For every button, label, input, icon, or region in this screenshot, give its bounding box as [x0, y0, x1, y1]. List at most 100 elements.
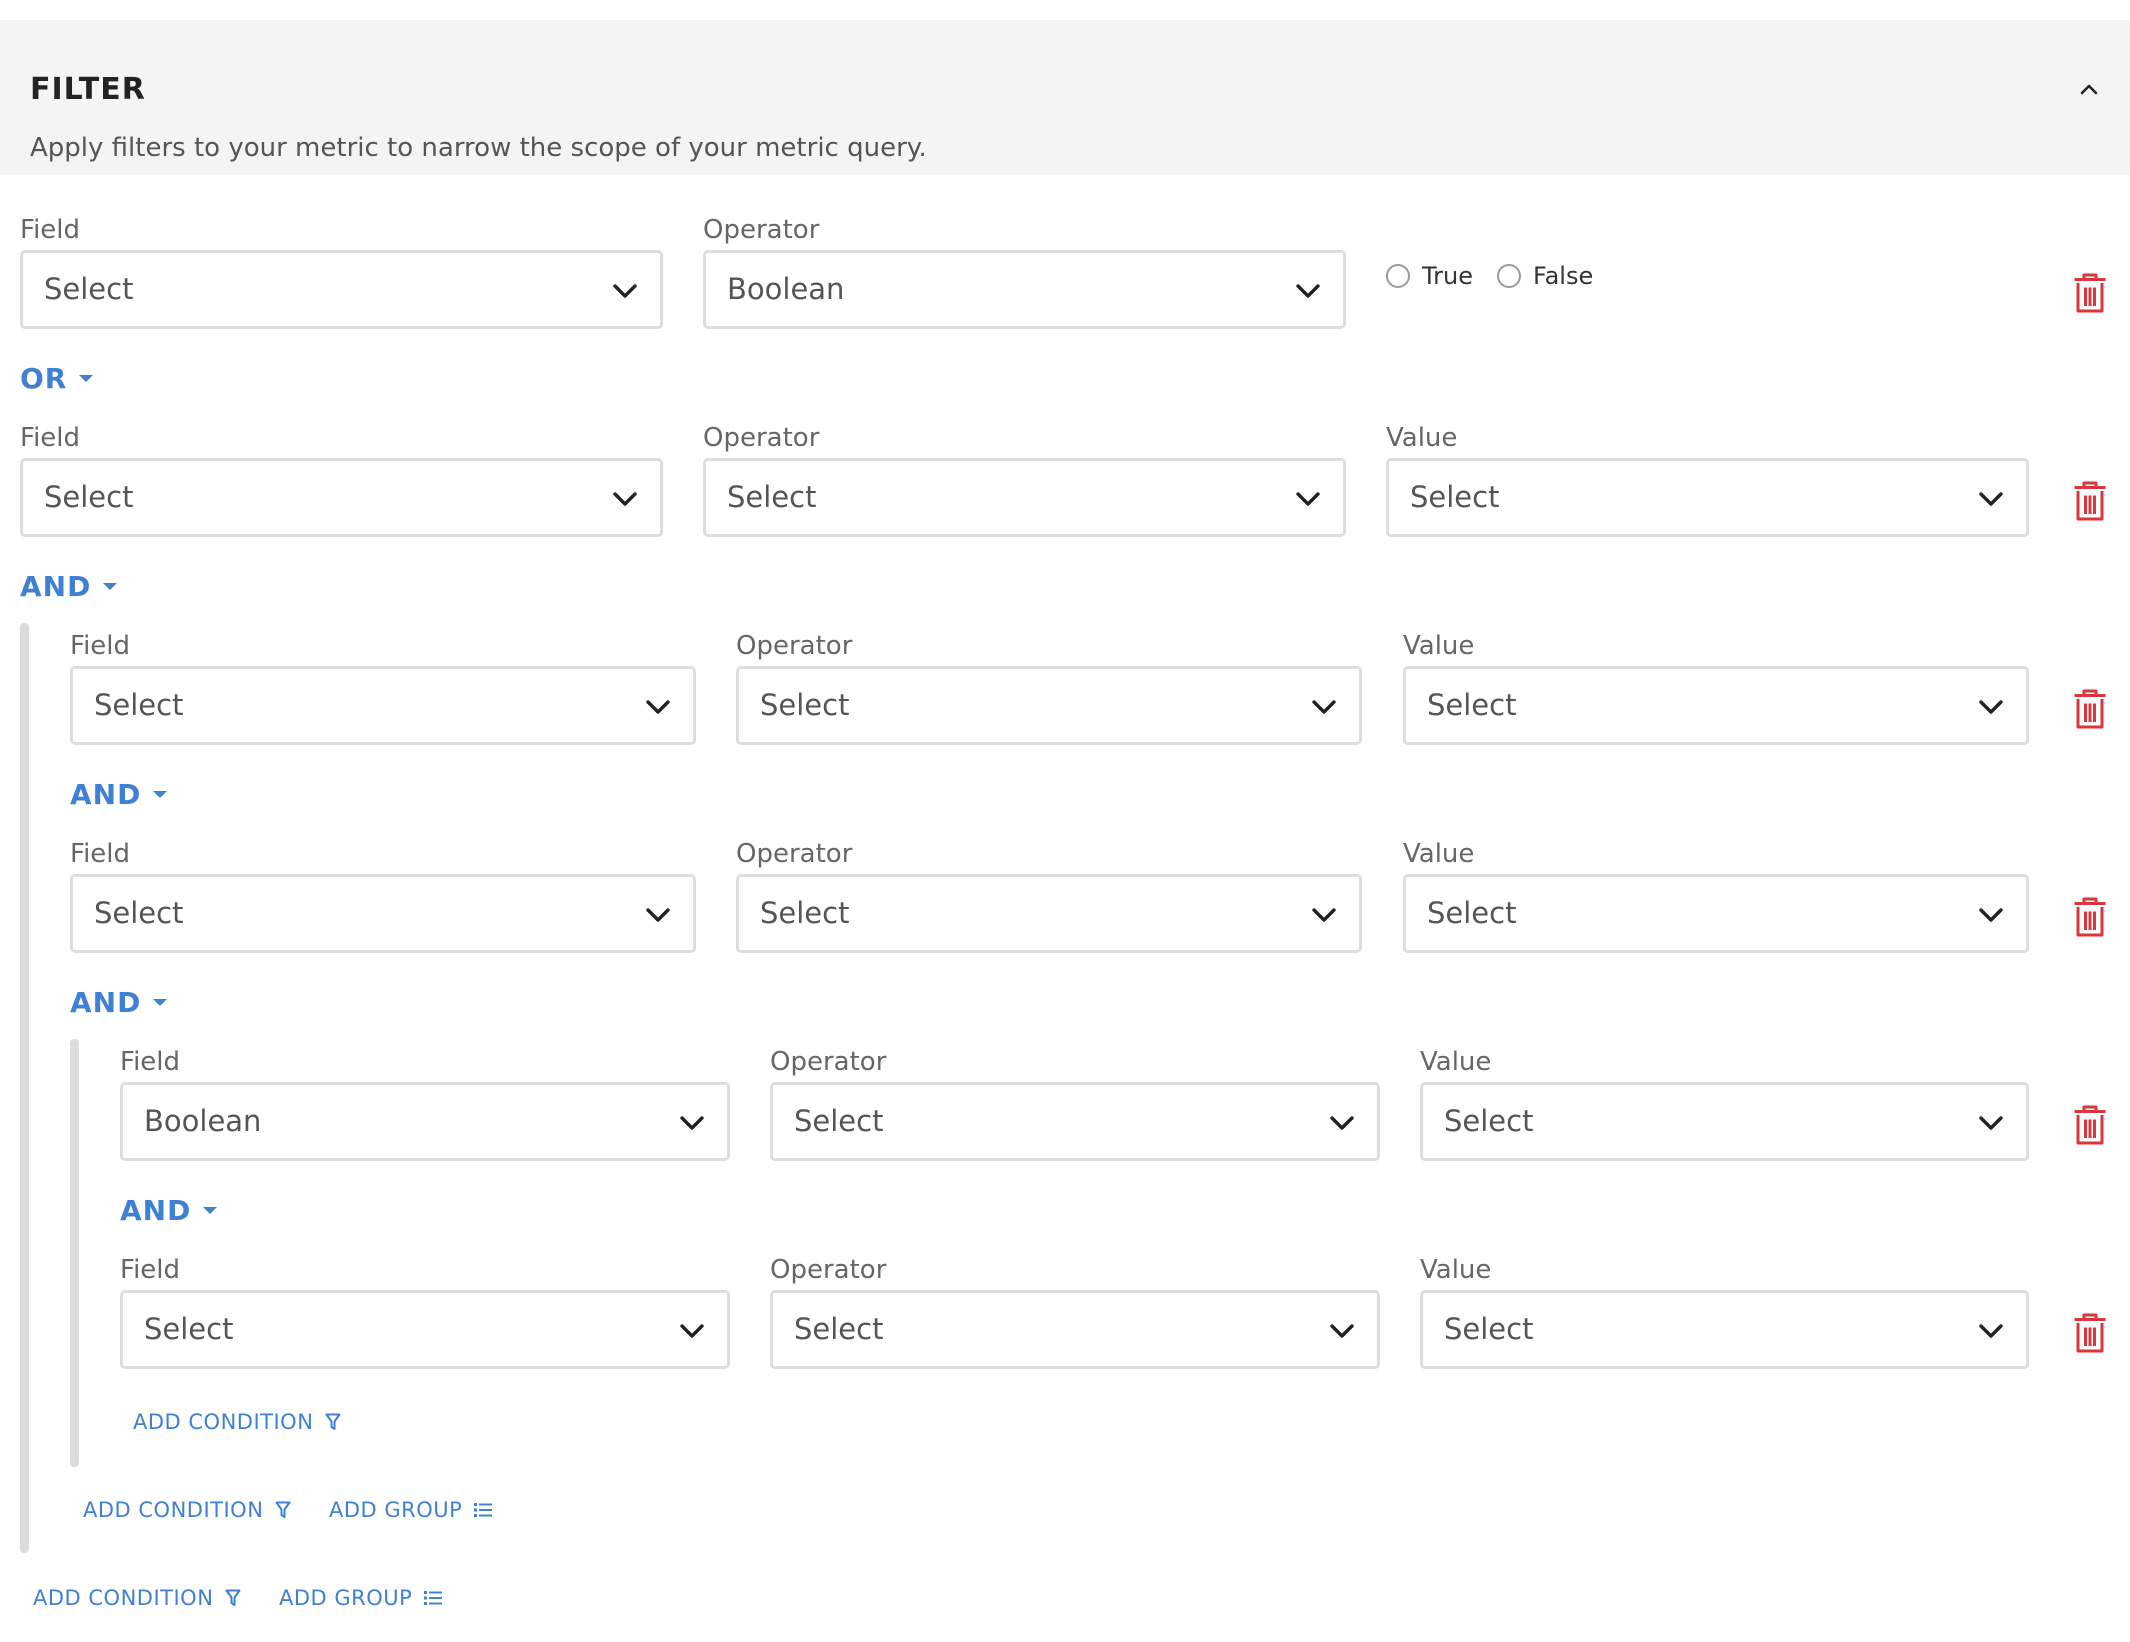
radio-true[interactable]: True — [1386, 262, 1473, 290]
operator-select[interactable]: Select — [770, 1082, 1380, 1161]
radio-circle[interactable] — [1386, 264, 1410, 288]
radio-false[interactable]: False — [1496, 262, 1594, 290]
operator-label: Operator — [736, 631, 853, 661]
value-label: Value — [1386, 423, 1458, 453]
value-select[interactable]: Select — [1420, 1082, 2029, 1161]
chevron-down-icon — [1330, 1324, 1354, 1338]
field-select[interactable]: Select — [20, 250, 663, 329]
caret-down-icon — [203, 1207, 218, 1214]
value-label: Value — [1403, 631, 1475, 661]
filter-icon — [275, 1501, 291, 1518]
value-label: Value — [1420, 1047, 1492, 1077]
value-select-value: Select — [1444, 1104, 1534, 1138]
add-group-button[interactable]: ADD GROUP — [279, 1586, 443, 1610]
chevron-down-icon — [680, 1116, 704, 1130]
conjunction-label: OR — [20, 362, 68, 395]
add-group-label: ADD GROUP — [329, 1498, 463, 1522]
field-select[interactable]: Select — [120, 1290, 730, 1369]
field-select[interactable]: Select — [70, 874, 696, 953]
filter-icon — [225, 1589, 241, 1606]
value-label: Value — [1420, 1255, 1492, 1285]
conjunction-toggle-and[interactable]: AND — [70, 778, 168, 811]
caret-down-icon — [79, 375, 94, 382]
filter-icon — [325, 1413, 341, 1430]
chevron-down-icon — [646, 908, 670, 922]
conjunction-toggle-and[interactable]: AND — [120, 1194, 218, 1227]
filter-title: FILTER — [30, 72, 146, 107]
value-select[interactable]: Select — [1403, 666, 2029, 745]
conjunction-label: AND — [20, 570, 92, 603]
field-label: Field — [120, 1047, 181, 1077]
chevron-down-icon — [1330, 1116, 1354, 1130]
group-border-outer — [20, 623, 29, 1553]
field-select[interactable]: Select — [70, 666, 696, 745]
field-label: Field — [20, 423, 81, 453]
radio-circle[interactable] — [1496, 264, 1521, 288]
operator-label: Operator — [736, 839, 853, 869]
operator-label: Operator — [770, 1047, 887, 1077]
field-label: Field — [120, 1255, 181, 1285]
add-condition-button[interactable]: ADD CONDITION — [83, 1498, 291, 1522]
value-select[interactable]: Select — [1386, 458, 2029, 537]
chevron-down-icon — [1979, 908, 2003, 922]
operator-select[interactable]: Select — [736, 666, 1362, 745]
conjunction-toggle-and[interactable]: AND — [20, 570, 118, 603]
field-select[interactable]: Select — [20, 458, 663, 537]
chevron-down-icon — [1979, 1324, 2003, 1338]
boolean-radio-group: True False — [1386, 262, 1593, 290]
operator-select[interactable]: Boolean — [703, 250, 1346, 329]
field-label: Field — [20, 215, 81, 245]
add-group-label: ADD GROUP — [279, 1586, 413, 1610]
operator-select-value: Select — [794, 1104, 884, 1138]
list-icon — [474, 1503, 493, 1517]
operator-select-value: Boolean — [727, 272, 845, 306]
value-select-value: Select — [1427, 688, 1517, 722]
value-label: Value — [1403, 839, 1475, 869]
add-condition-button[interactable]: ADD CONDITION — [33, 1586, 241, 1610]
chevron-down-icon — [680, 1324, 704, 1338]
trash-icon[interactable] — [2073, 1312, 2107, 1354]
chevron-down-icon — [613, 492, 637, 506]
operator-label: Operator — [703, 215, 820, 245]
operator-select-value: Select — [760, 688, 850, 722]
chevron-down-icon — [1312, 700, 1336, 714]
add-condition-label: ADD CONDITION — [133, 1410, 314, 1434]
conjunction-label: AND — [70, 778, 142, 811]
operator-select-value: Select — [760, 896, 850, 930]
field-label: Field — [70, 631, 131, 661]
add-condition-button[interactable]: ADD CONDITION — [133, 1410, 341, 1434]
operator-select[interactable]: Select — [770, 1290, 1380, 1369]
value-select-value: Select — [1444, 1312, 1534, 1346]
value-select[interactable]: Select — [1403, 874, 2029, 953]
chevron-down-icon — [1296, 284, 1320, 298]
field-select-value: Select — [94, 688, 184, 722]
chevron-down-icon — [1979, 1116, 2003, 1130]
field-select-value: Select — [94, 896, 184, 930]
conjunction-toggle-or[interactable]: OR — [20, 362, 94, 395]
field-select-value: Select — [44, 480, 134, 514]
trash-icon[interactable] — [2073, 688, 2107, 730]
conjunction-label: AND — [70, 986, 142, 1019]
trash-icon[interactable] — [2073, 1104, 2107, 1146]
trash-icon[interactable] — [2073, 272, 2107, 314]
caret-down-icon — [153, 999, 168, 1006]
operator-select[interactable]: Select — [736, 874, 1362, 953]
caret-down-icon — [153, 791, 168, 798]
value-select[interactable]: Select — [1420, 1290, 2029, 1369]
filter-description: Apply filters to your metric to narrow t… — [30, 133, 927, 163]
chevron-up-icon[interactable] — [2078, 78, 2100, 100]
chevron-down-icon — [1296, 492, 1320, 506]
add-group-button[interactable]: ADD GROUP — [329, 1498, 493, 1522]
radio-true-label: True — [1422, 262, 1473, 290]
field-select[interactable]: Boolean — [120, 1082, 730, 1161]
chevron-down-icon — [613, 284, 637, 298]
radio-false-label: False — [1532, 262, 1594, 290]
trash-icon[interactable] — [2073, 480, 2107, 522]
conjunction-toggle-and[interactable]: AND — [70, 986, 168, 1019]
value-select-value: Select — [1427, 896, 1517, 930]
operator-select[interactable]: Select — [703, 458, 1346, 537]
add-condition-label: ADD CONDITION — [83, 1498, 264, 1522]
trash-icon[interactable] — [2073, 896, 2107, 938]
chevron-down-icon — [1979, 492, 2003, 506]
add-condition-label: ADD CONDITION — [33, 1586, 214, 1610]
